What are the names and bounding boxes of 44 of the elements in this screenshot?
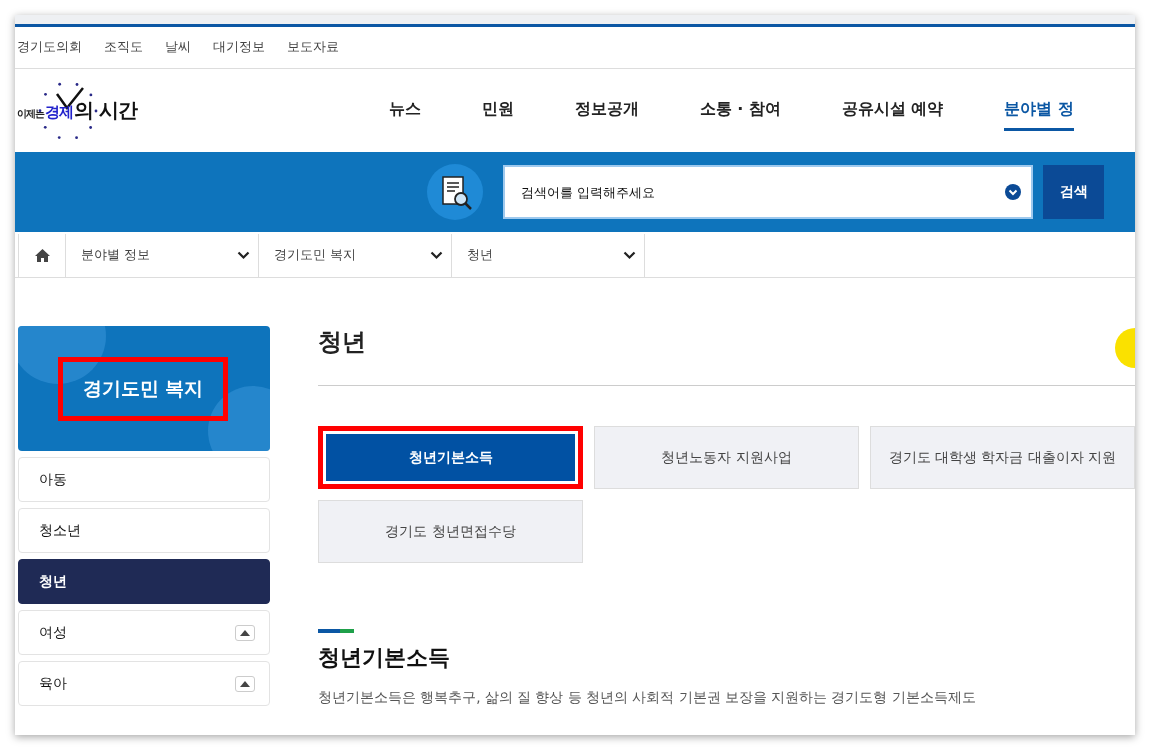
tab[interactable]: 경기도 대학생 학자금 대출이자 지원	[870, 426, 1135, 489]
utility-link[interactable]: 대기정보	[213, 39, 265, 56]
sidebar-item-label: 육아	[39, 674, 67, 693]
sidebar-item[interactable]: 청년	[18, 559, 270, 604]
home-icon	[34, 249, 50, 262]
section-heading: 청년기본소득	[318, 644, 451, 672]
sidebar-item-label: 청소년	[39, 521, 81, 540]
chevron-down-icon	[237, 251, 250, 260]
document-search-icon	[427, 164, 483, 220]
dropdown-icon[interactable]	[1005, 184, 1021, 200]
logo-text: 이제는	[17, 108, 44, 119]
nav-item[interactable]: 민원	[481, 90, 514, 131]
utility-link[interactable]: 날씨	[165, 39, 191, 56]
tab[interactable]: 청년노동자 지원사업	[594, 426, 859, 489]
nav-item[interactable]: 정보공개	[574, 90, 639, 131]
chevron-down-icon	[623, 251, 636, 260]
section-description: 청년기본소득은 행복추구, 삶의 질 향상 등 청년의 사회적 기본권 보장을 지원하는 경기도형 기본소득제도	[318, 689, 977, 707]
logo-text: 경제	[45, 103, 73, 122]
search-field[interactable]: 검색어를 입력해주세요	[503, 165, 1033, 219]
utility-link[interactable]: 보도자료	[287, 39, 339, 56]
home-button[interactable]	[18, 234, 66, 277]
nav-item[interactable]: 분야별 정	[1004, 90, 1074, 131]
sidebar-item[interactable]: 아동	[18, 457, 270, 502]
nav-item[interactable]: 소통 · 참여	[699, 90, 781, 131]
utility-link[interactable]: 조직도	[104, 39, 143, 56]
logo-text: 의 시간	[74, 97, 137, 124]
sidebar-title: 경기도민 복지	[57, 356, 229, 421]
sidebar-item-label: 여성	[39, 623, 67, 642]
chevron-down-icon	[430, 251, 443, 260]
utility-link[interactable]: 경기도의회	[17, 39, 82, 56]
sidebar-item-label: 아동	[39, 470, 67, 489]
sidebar-item-label: 청년	[39, 572, 67, 591]
sidebar-item[interactable]: 여성	[18, 610, 270, 655]
tab[interactable]: 청년기본소득	[318, 426, 583, 489]
expand-button[interactable]	[235, 675, 255, 692]
tab[interactable]: 경기도 청년면접수당	[318, 500, 583, 563]
search-button[interactable]: 검색	[1043, 165, 1104, 219]
sidebar-item[interactable]: 육아	[18, 661, 270, 706]
caret-up-icon	[240, 629, 250, 636]
sidebar-item[interactable]: 청소년	[18, 508, 270, 553]
nav-item[interactable]: 공유시설 예약	[841, 90, 944, 131]
nav-item[interactable]: 뉴스	[388, 90, 421, 131]
expand-button[interactable]	[235, 624, 255, 641]
caret-up-icon	[240, 680, 250, 687]
